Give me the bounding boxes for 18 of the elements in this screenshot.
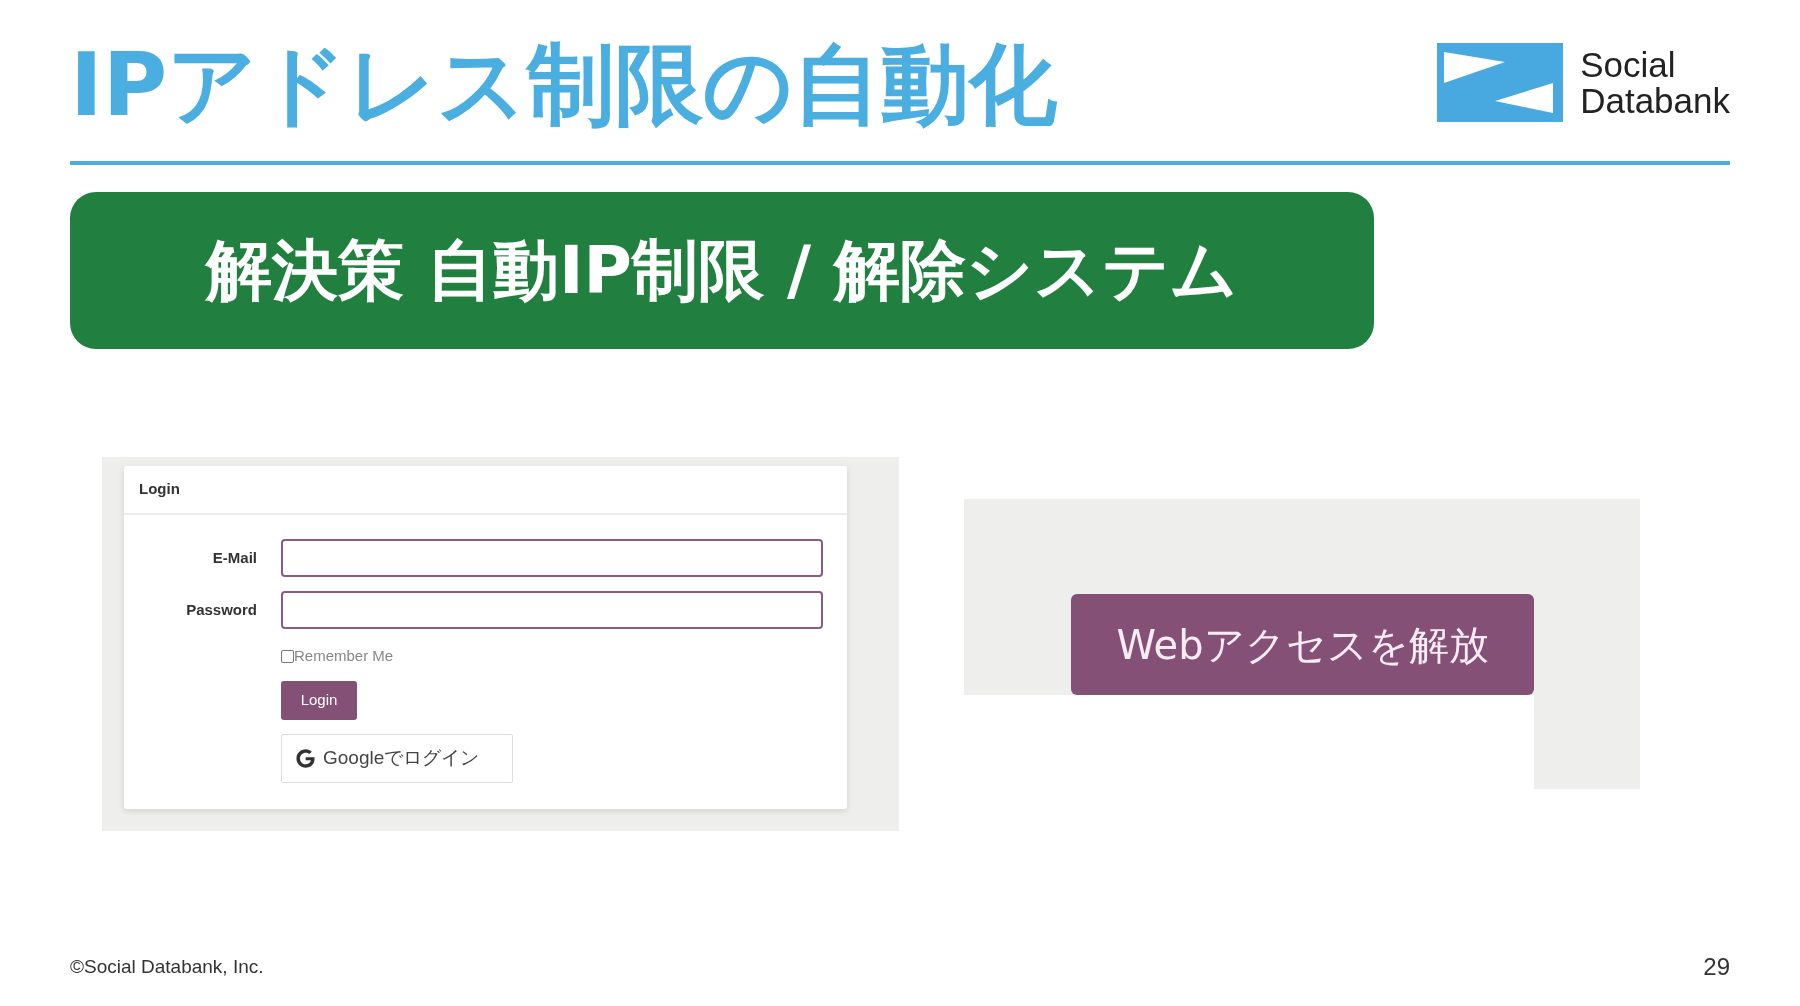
- input-field[interactable]: [281, 591, 823, 629]
- field-label: Password: [186, 599, 257, 620]
- logo-icon: [1437, 43, 1564, 122]
- web-access-button[interactable]: Webアクセスを解放: [1071, 594, 1534, 695]
- logo-text: Databank: [1580, 82, 1730, 119]
- google-login-button[interactable]: Googleでログイン: [281, 734, 513, 783]
- banner-title: 解決策 自動IP制限 / 解除システム: [206, 230, 1238, 311]
- input-field[interactable]: [281, 539, 823, 577]
- card-title: Login: [139, 479, 180, 500]
- copyright-text: ©Social Databank, Inc.: [70, 954, 264, 979]
- slide-title: IPアドレス制限の自動化: [70, 36, 1058, 133]
- checkbox-label: Remember Me: [294, 645, 394, 666]
- checkbox[interactable]: [281, 649, 294, 663]
- page-number: 29: [1703, 952, 1730, 982]
- g-logo-icon: [296, 749, 315, 768]
- field-label: E-Mail: [212, 547, 257, 568]
- login-button[interactable]: Login: [281, 681, 357, 720]
- logo-text: Social: [1580, 46, 1677, 83]
